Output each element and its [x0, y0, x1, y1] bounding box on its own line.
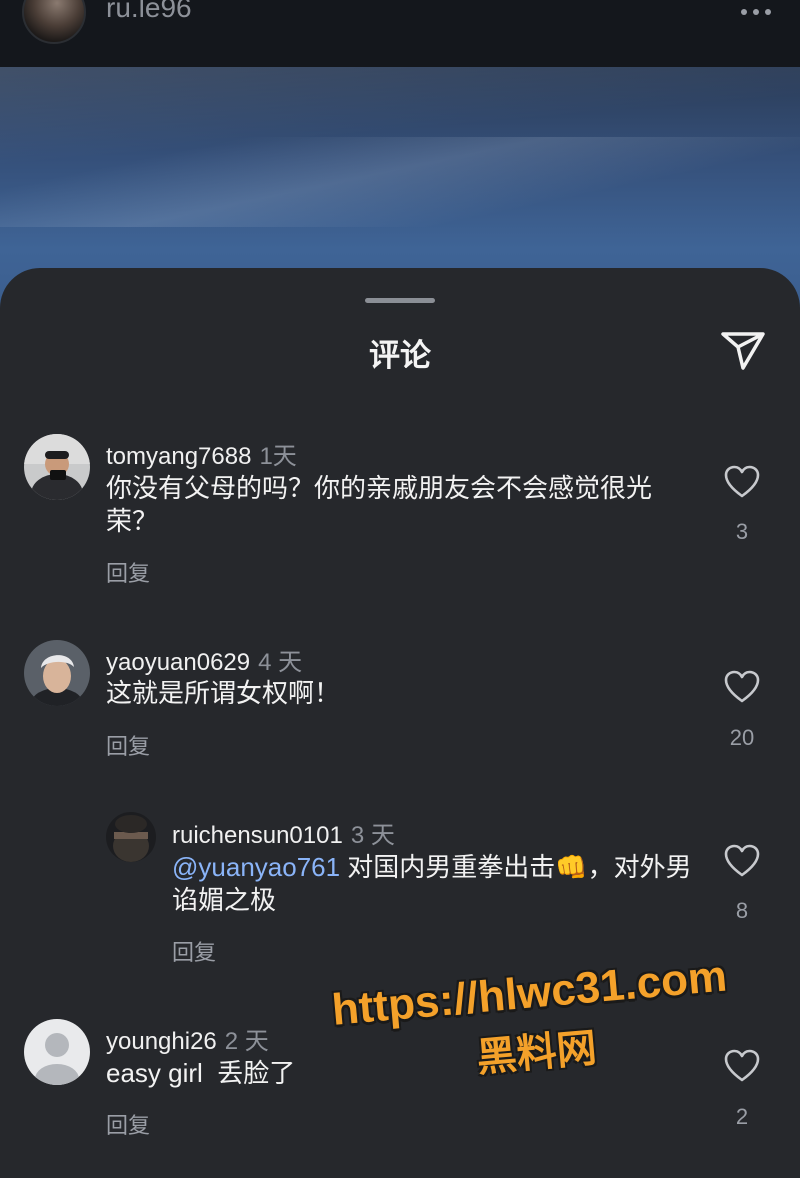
profile-username[interactable]: ru.le96 — [106, 0, 192, 24]
avatar[interactable] — [24, 640, 90, 706]
comment-text: 这就是所谓女权啊！ — [106, 678, 341, 708]
heart-icon[interactable] — [722, 844, 762, 878]
avatar[interactable] — [22, 0, 86, 44]
comment-text: 你没有父母的吗？你的亲戚朋友会不会感觉很光荣？ — [106, 473, 653, 536]
comment-text: @yuanyao761 对国内男重拳出击👊，对外男谄媚之极 — [172, 851, 692, 917]
comment-time: 3 天 — [350, 822, 395, 849]
reply-button[interactable]: 回复 — [172, 935, 216, 967]
comment-username[interactable]: yaoyuan0629 — [106, 649, 250, 676]
reply-button[interactable]: 回复 — [106, 1108, 150, 1140]
comment-username[interactable]: tomyang7688 — [106, 443, 251, 470]
avatar[interactable] — [24, 1019, 90, 1085]
like-count: 2 — [735, 1104, 749, 1129]
like-count: 3 — [735, 519, 749, 544]
sheet-title: 评论 — [369, 338, 431, 373]
like-count: 8 — [735, 898, 749, 923]
comment-time: 2 天 — [224, 1028, 269, 1055]
avatar[interactable] — [106, 812, 156, 862]
reply-button[interactable]: 回复 — [106, 556, 150, 588]
heart-icon[interactable] — [722, 465, 762, 499]
more-horizontal-icon[interactable] — [734, 2, 778, 22]
sheet-grabber[interactable] — [365, 298, 435, 303]
comment-username[interactable]: younghi26 — [106, 1028, 217, 1055]
mention-link[interactable]: @yuanyao761 — [172, 852, 340, 882]
profile-header: ru.le96 — [0, 0, 800, 67]
comment-time: 4 天 — [258, 649, 303, 676]
watermark-label: 黑料网 — [474, 1026, 599, 1081]
send-icon[interactable] — [718, 323, 768, 373]
comment-time: 1天 — [259, 443, 297, 470]
like-count: 20 — [729, 725, 755, 750]
reply-button[interactable]: 回复 — [106, 729, 150, 761]
comment-username[interactable]: ruichensun0101 — [172, 822, 343, 849]
heart-icon[interactable] — [722, 670, 762, 704]
avatar[interactable] — [24, 434, 90, 500]
